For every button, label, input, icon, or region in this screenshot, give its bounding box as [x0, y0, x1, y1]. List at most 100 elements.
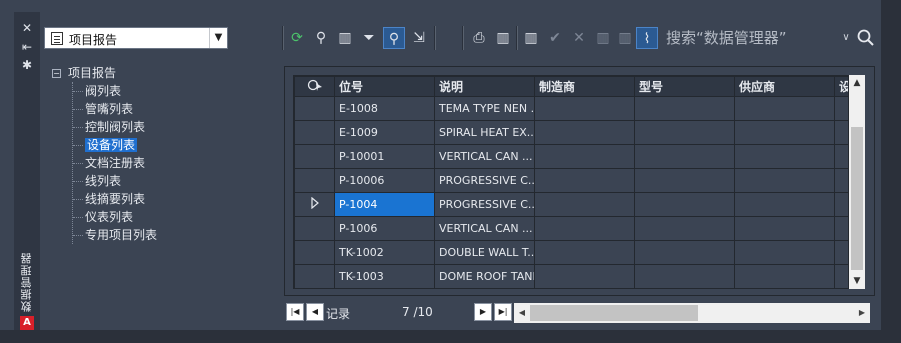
accept-icon[interactable]: ✔ — [544, 27, 566, 49]
prev-record-icon[interactable]: ◀ — [306, 303, 324, 321]
search-box[interactable]: ∨ — [662, 27, 878, 49]
row-header[interactable] — [294, 96, 335, 121]
cell-description[interactable]: PROGRESSIVE C... — [434, 168, 535, 193]
properties-gear-icon[interactable]: ✱ — [14, 57, 40, 73]
cell-empty[interactable] — [734, 120, 835, 145]
row-header[interactable] — [294, 240, 335, 265]
cell-empty[interactable] — [534, 240, 635, 265]
cell-empty[interactable] — [734, 240, 835, 265]
cell-empty[interactable] — [634, 144, 735, 169]
table-row[interactable]: P-10006 PROGRESSIVE C... — [294, 168, 848, 193]
row-header[interactable] — [294, 264, 335, 288]
tree-item[interactable]: 专用项目列表 — [73, 226, 270, 244]
tree-item[interactable]: 设备列表 — [73, 136, 270, 154]
select-all-header[interactable] — [294, 76, 335, 97]
table-row[interactable]: P-10001 VERTICAL CAN ... — [294, 144, 848, 169]
reject-icon[interactable]: ✕ — [568, 27, 590, 49]
cell-tag[interactable]: P-1004 — [334, 192, 435, 217]
cell-empty[interactable] — [734, 216, 835, 241]
scroll-thumb[interactable] — [530, 305, 698, 321]
cell-empty[interactable] — [734, 264, 835, 288]
edit-lines-icon[interactable]: ⌇ — [636, 27, 658, 49]
scroll-right-icon[interactable]: ▶ — [854, 303, 870, 323]
cell-empty[interactable] — [534, 192, 635, 217]
table-row[interactable]: P-1006 VERTICAL CAN ... — [294, 216, 848, 241]
cell-tag[interactable]: E-1008 — [334, 96, 435, 121]
scroll-up-icon[interactable]: ▲ — [849, 75, 865, 91]
cell-empty[interactable] — [834, 216, 848, 241]
cell-empty[interactable] — [834, 264, 848, 288]
cell-empty[interactable] — [834, 144, 848, 169]
cell-empty[interactable] — [834, 96, 848, 121]
cell-empty[interactable] — [734, 96, 835, 121]
cell-description[interactable]: DOUBLE WALL T... — [434, 240, 535, 265]
reject-all-icon[interactable]: ▥ — [614, 27, 636, 49]
cell-description[interactable]: VERTICAL CAN ... — [434, 144, 535, 169]
row-header[interactable] — [294, 216, 335, 241]
column-header[interactable]: 制造商 — [534, 76, 635, 97]
cell-empty[interactable] — [834, 168, 848, 193]
clear-filter-icon[interactable]: ⏷ — [358, 27, 380, 49]
first-record-icon[interactable]: |◀ — [286, 303, 304, 321]
column-header[interactable]: 位号 — [334, 76, 435, 97]
row-header[interactable] — [294, 120, 335, 145]
cell-description[interactable]: PROGRESSIVE C... — [434, 192, 535, 217]
cell-empty[interactable] — [734, 192, 835, 217]
last-record-icon[interactable]: ▶| — [494, 303, 512, 321]
tree-item[interactable]: 管嘴列表 — [73, 100, 270, 118]
cell-empty[interactable] — [634, 216, 735, 241]
export-icon[interactable]: ▥ — [492, 27, 514, 49]
cell-tag[interactable]: P-10006 — [334, 168, 435, 193]
cell-description[interactable]: TEMA TYPE NEN ... — [434, 96, 535, 121]
tree-item[interactable]: 线列表 — [73, 172, 270, 190]
auto-hide-icon[interactable]: ⇤ — [14, 39, 40, 55]
close-icon[interactable]: ✕ — [14, 20, 40, 36]
chevron-down-icon[interactable]: ▼ — [209, 28, 227, 48]
column-header[interactable]: 说明 — [434, 76, 535, 97]
horizontal-scrollbar[interactable]: ◀ ▶ — [514, 303, 870, 323]
collapse-icon[interactable]: − — [52, 69, 61, 78]
cell-description[interactable]: VERTICAL CAN ... — [434, 216, 535, 241]
cell-empty[interactable] — [834, 192, 848, 217]
column-chooser-icon[interactable]: ▥ — [334, 27, 356, 49]
select-tag-icon[interactable]: ⇲ — [408, 27, 430, 49]
chevron-down-icon[interactable]: ∨ — [838, 27, 854, 49]
cell-tag[interactable]: P-10001 — [334, 144, 435, 169]
table-row[interactable]: E-1008 TEMA TYPE NEN ... — [294, 96, 848, 121]
tree-item[interactable]: 控制阀列表 — [73, 118, 270, 136]
cell-empty[interactable] — [534, 264, 635, 288]
tree-item[interactable]: 线摘要列表 — [73, 190, 270, 208]
table-row[interactable]: P-1004 PROGRESSIVE C... — [294, 192, 848, 217]
cell-empty[interactable] — [534, 216, 635, 241]
accept-all-icon[interactable]: ▥ — [592, 27, 614, 49]
tree-root[interactable]: − 项目报告 — [50, 64, 270, 82]
cell-description[interactable]: SPIRAL HEAT EX... — [434, 120, 535, 145]
cell-empty[interactable] — [634, 168, 735, 193]
refresh-icon[interactable]: ⟳ — [286, 27, 308, 49]
cell-empty[interactable] — [834, 240, 848, 265]
cell-empty[interactable] — [634, 96, 735, 121]
tree-item[interactable]: 阀列表 — [73, 82, 270, 100]
cell-empty[interactable] — [534, 168, 635, 193]
table-row[interactable]: TK-1003 DOME ROOF TANK — [294, 264, 848, 288]
next-record-icon[interactable]: ▶ — [474, 303, 492, 321]
tree-item[interactable]: 文档注册表 — [73, 154, 270, 172]
cell-empty[interactable] — [534, 96, 635, 121]
print-icon[interactable]: ⎙ — [468, 27, 490, 49]
zoom-to-icon[interactable]: ⚲ — [310, 27, 332, 49]
row-header[interactable] — [294, 144, 335, 169]
row-header[interactable] — [294, 192, 335, 217]
column-header[interactable]: 型号 — [634, 76, 735, 97]
cell-description[interactable]: DOME ROOF TANK — [434, 264, 535, 288]
row-header[interactable] — [294, 168, 335, 193]
cell-empty[interactable] — [634, 120, 735, 145]
column-header[interactable]: 设 — [834, 76, 848, 97]
cell-tag[interactable]: P-1006 — [334, 216, 435, 241]
search-input[interactable] — [666, 27, 838, 49]
cell-tag[interactable]: TK-1003 — [334, 264, 435, 288]
project-data-dropdown[interactable]: 项目报告 ▼ — [44, 27, 228, 49]
import-icon[interactable]: ▥ — [520, 27, 542, 49]
cell-empty[interactable] — [734, 168, 835, 193]
cell-empty[interactable] — [634, 192, 735, 217]
column-header[interactable]: 供应商 — [734, 76, 835, 97]
